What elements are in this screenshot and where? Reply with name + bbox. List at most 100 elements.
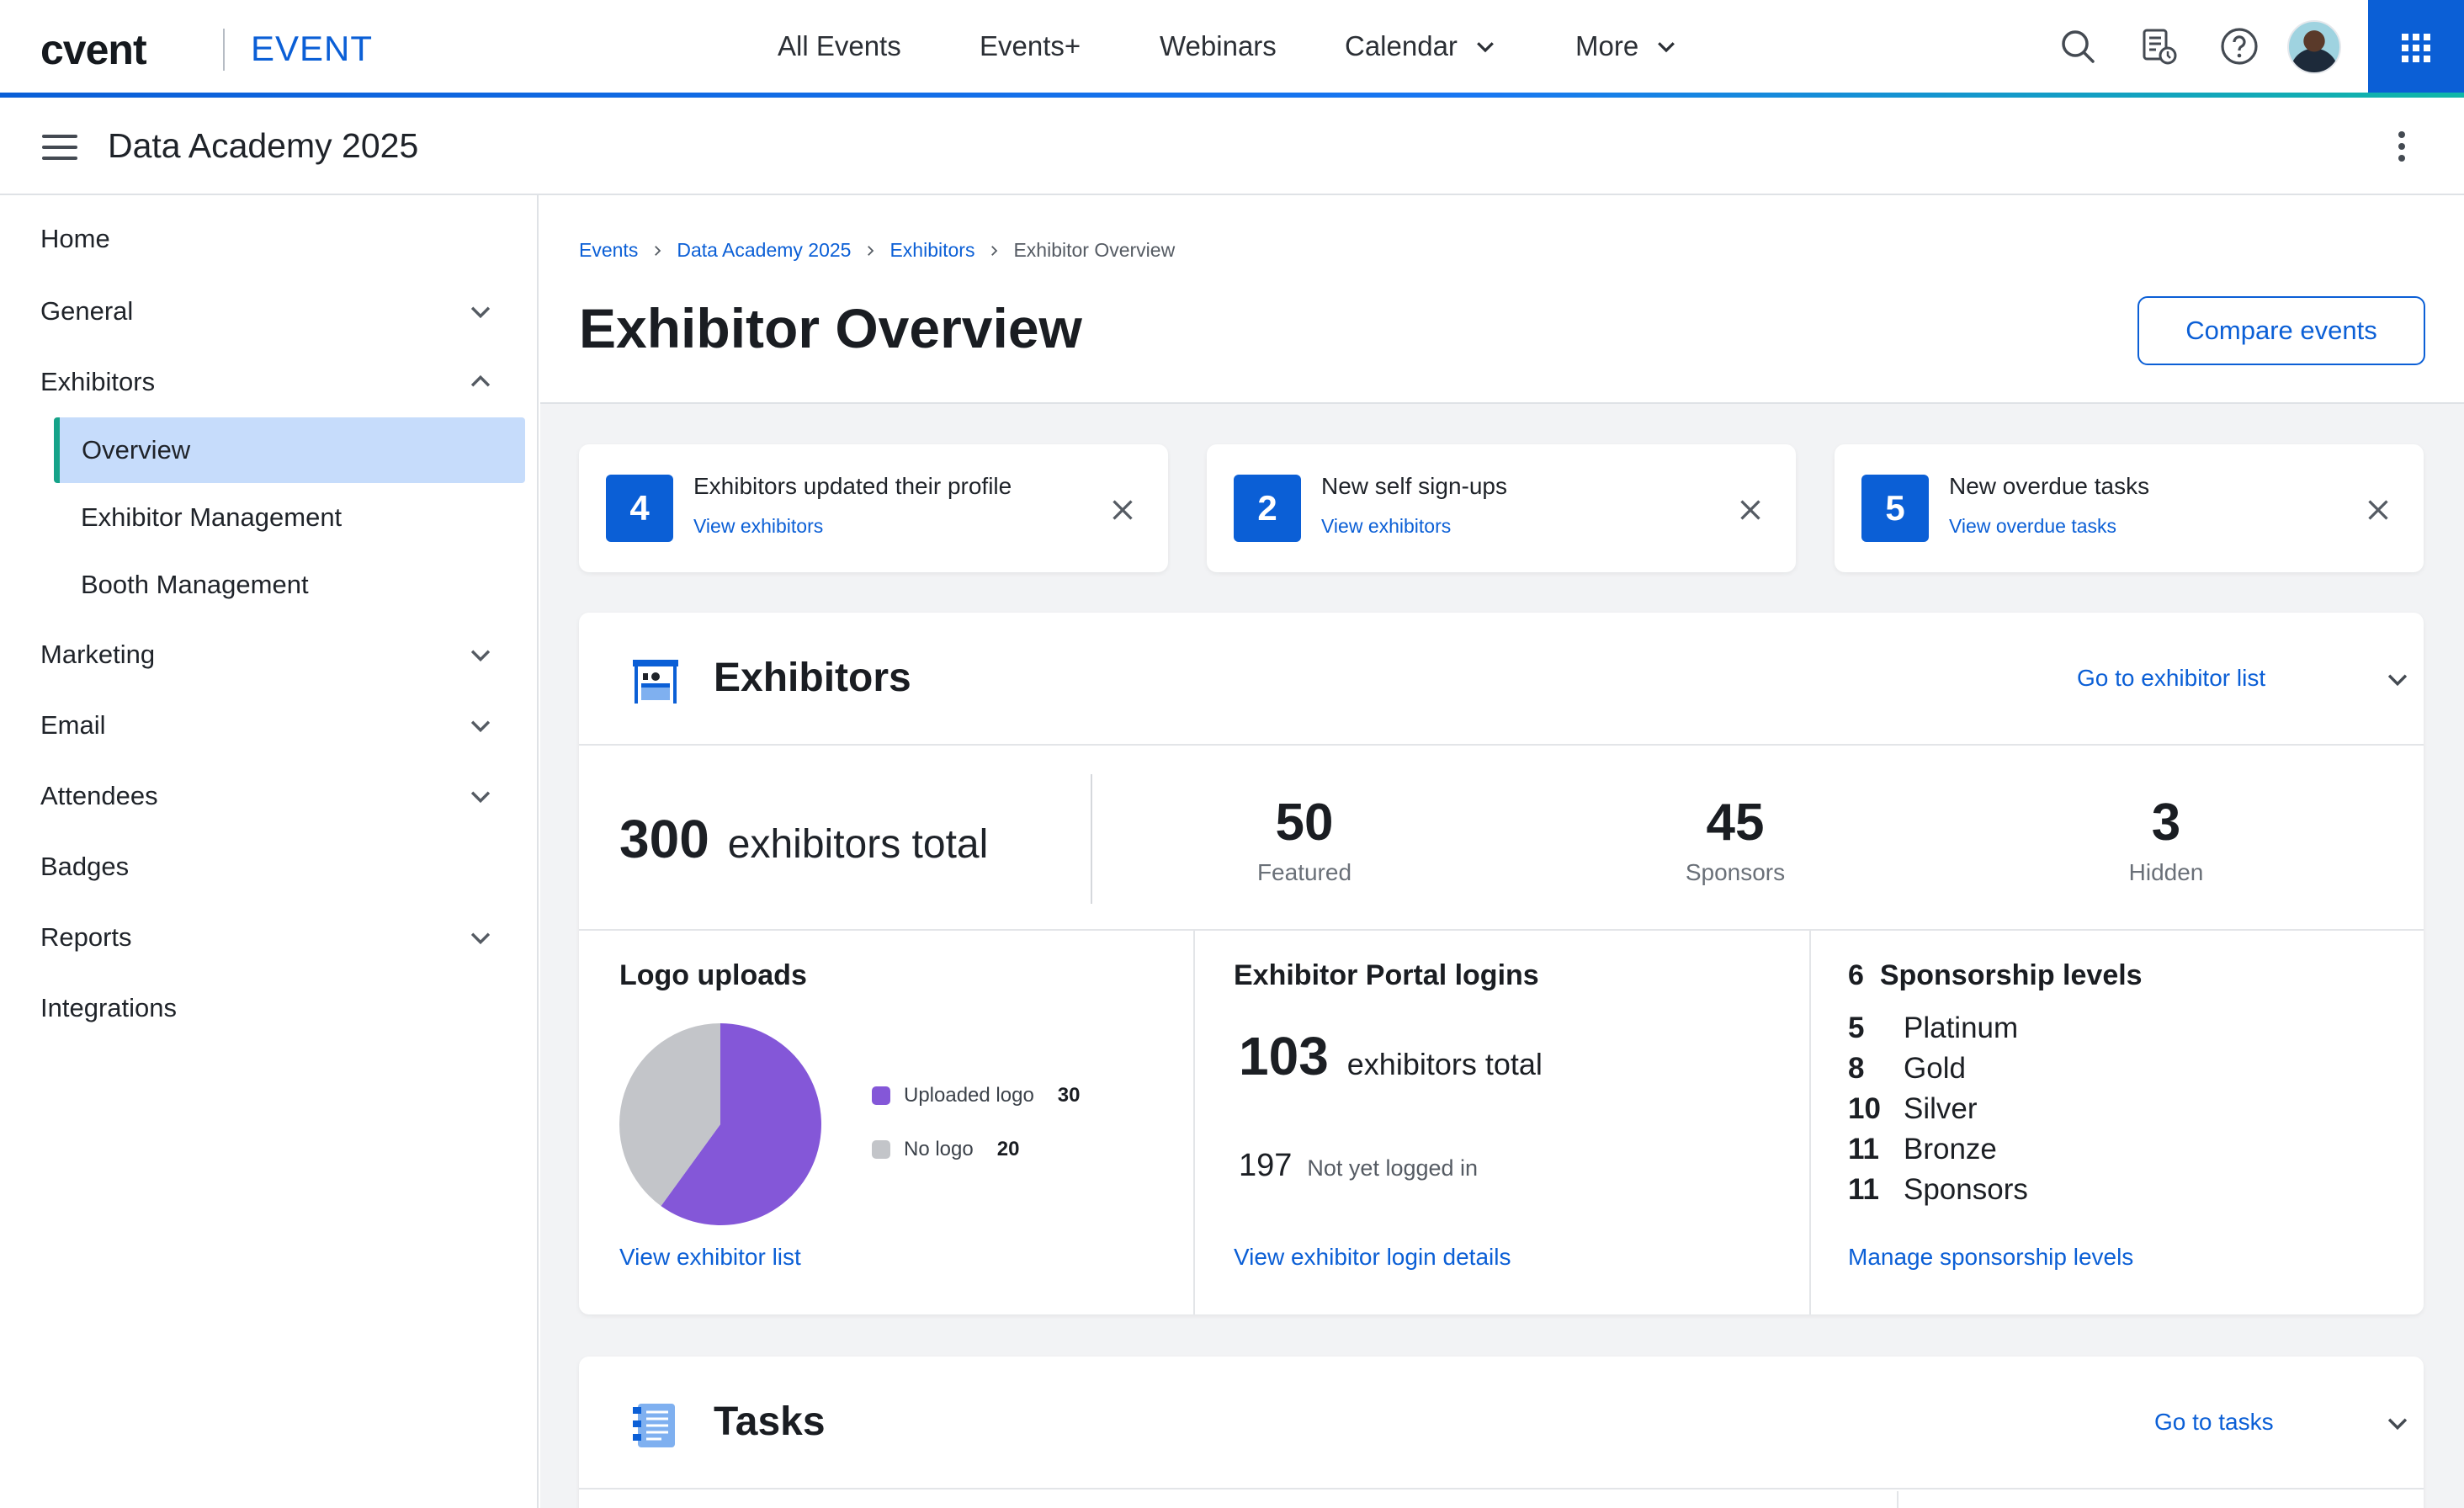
event-header: Data Academy 2025 (0, 98, 2464, 195)
go-to-tasks-link[interactable]: Go to tasks (2154, 1409, 2274, 1436)
sidebar-item-email[interactable]: Email (40, 700, 495, 751)
chevron-down-icon (1658, 42, 1675, 53)
go-to-exhibitor-list-link[interactable]: Go to exhibitor list (2077, 665, 2265, 692)
breadcrumb-current: Exhibitor Overview (1013, 239, 1176, 261)
breadcrumb-event[interactable]: Data Academy 2025 (677, 239, 851, 262)
grid-icon (2402, 34, 2430, 62)
help-icon[interactable] (2218, 25, 2260, 67)
notice-title: Exhibitors updated their profile (693, 473, 1012, 499)
legend-label: No logo (904, 1138, 974, 1160)
level-count: 11 (1848, 1173, 1879, 1206)
section-title: Tasks (714, 1399, 826, 1444)
notice-link[interactable]: View exhibitors (1321, 515, 1451, 538)
view-login-details-link[interactable]: View exhibitor login details (1234, 1244, 1511, 1271)
sidebar-item-general[interactable]: General (40, 286, 495, 337)
sidebar-item-exhibitor-management[interactable]: Exhibitor Management (54, 485, 525, 550)
nav-more[interactable]: More (1575, 30, 1679, 62)
nav-all-events[interactable]: All Events (778, 30, 901, 62)
list-item: 8 Gold (1848, 1049, 2028, 1089)
level-count: 8 (1848, 1052, 1865, 1085)
divider (1193, 931, 1195, 1314)
sidebar-item-label: General (40, 296, 134, 326)
level-name: Silver (1904, 1092, 1978, 1125)
sidebar-item-integrations[interactable]: Integrations (40, 983, 495, 1033)
sidebar-item-marketing[interactable]: Marketing (40, 629, 495, 680)
breadcrumb: Events Data Academy 2025 Exhibitors Exhi… (579, 239, 1175, 262)
notice-card: 5 New overdue tasks View overdue tasks (1835, 444, 2424, 572)
page-title: Exhibitor Overview (579, 297, 1082, 359)
exhibitors-total-label: exhibitors total (727, 822, 989, 867)
close-icon[interactable] (1735, 495, 1766, 525)
sidebar-item-label: Integrations (40, 993, 177, 1022)
level-count: 11 (1848, 1133, 1879, 1166)
legend-value: 20 (996, 1138, 1020, 1160)
level-name: Gold (1904, 1052, 1966, 1085)
manage-sponsorship-levels-link[interactable]: Manage sponsorship levels (1848, 1244, 2133, 1271)
exhibitors-card: Exhibitors Go to exhibitor list 300 exhi… (579, 613, 2424, 1314)
logo-uploads-title: Logo uploads (619, 959, 807, 991)
level-name: Platinum (1904, 1012, 2019, 1044)
nav-events-plus[interactable]: Events+ (980, 30, 1081, 62)
top-navigation-bar: cvent EVENT All Events Events+ Webinars … (0, 0, 2464, 98)
stat-label: Sponsors (1685, 859, 1786, 885)
chevron-down-icon (470, 932, 491, 945)
sidebar-item-label: Reports (40, 922, 132, 952)
chevron-right-icon (991, 245, 998, 256)
sidebar-item-attendees[interactable]: Attendees (40, 771, 495, 821)
chevron-down-icon[interactable] (2383, 665, 2412, 693)
close-icon[interactable] (2363, 495, 2393, 525)
breadcrumb-exhibitors[interactable]: Exhibitors (889, 239, 974, 262)
product-name: EVENT (251, 29, 374, 68)
nav-label: Calendar (1345, 30, 1458, 61)
cvent-logo[interactable]: cvent (40, 25, 147, 74)
sidebar-item-reports[interactable]: Reports (40, 912, 495, 963)
list-item: 11 Bronze (1848, 1129, 2028, 1170)
notice-title: New self sign-ups (1321, 473, 1507, 499)
tasks-section-header: Tasks Go to tasks (579, 1357, 2424, 1489)
nav-calendar[interactable]: Calendar (1345, 30, 1498, 62)
sponsorship-levels-label: Sponsorship levels (1879, 959, 2143, 991)
app-switcher-button[interactable] (2368, 0, 2464, 96)
page-header: Events Data Academy 2025 Exhibitors Exhi… (540, 195, 2464, 404)
nav-webinars[interactable]: Webinars (1160, 30, 1277, 62)
sidebar-item-badges[interactable]: Badges (40, 842, 495, 892)
notice-card: 4 Exhibitors updated their profile View … (579, 444, 1168, 572)
view-exhibitor-list-link[interactable]: View exhibitor list (619, 1244, 801, 1271)
breadcrumb-events[interactable]: Events (579, 239, 638, 262)
portal-logins-title: Exhibitor Portal logins (1234, 959, 1539, 991)
sponsorship-levels-title: 6 Sponsorship levels (1848, 959, 2143, 992)
chevron-down-icon (470, 650, 491, 662)
more-options-icon[interactable] (2397, 131, 2407, 165)
sidebar-item-overview[interactable]: Overview (54, 417, 525, 483)
compare-events-button[interactable]: Compare events (2137, 296, 2425, 365)
menu-icon[interactable] (42, 135, 77, 160)
divider (1809, 931, 1811, 1314)
logo-divider (223, 29, 225, 71)
booth-icon (633, 660, 678, 704)
user-avatar[interactable] (2287, 20, 2341, 74)
notice-link[interactable]: View exhibitors (693, 515, 823, 538)
sponsorship-levels-list: 5 Platinum 8 Gold 10 Silver 11 Bronze 11 Spon… (1848, 1008, 2028, 1210)
sidebar-item-exhibitors[interactable]: Exhibitors (40, 357, 495, 407)
event-log-icon[interactable] (2137, 25, 2180, 67)
stat-value: 3 (2151, 794, 2181, 852)
sidebar-item-label: Attendees (40, 781, 158, 810)
portal-logins-value: 103 (1239, 1026, 1329, 1086)
notice-card: 2 New self sign-ups View exhibitors (1207, 444, 1796, 572)
sidebar-item-label: Home (40, 224, 110, 253)
chevron-down-icon[interactable] (2383, 1409, 2412, 1437)
search-icon[interactable] (2057, 25, 2099, 67)
list-item: 11 Sponsors (1848, 1170, 2028, 1210)
level-count: 5 (1848, 1012, 1865, 1044)
nav-label: More (1575, 30, 1639, 61)
not-logged-in-label: Not yet logged in (1307, 1155, 1479, 1181)
sidebar-item-label: Email (40, 710, 106, 740)
nav-label: All Events (778, 30, 901, 61)
close-icon[interactable] (1107, 495, 1138, 525)
stat-sponsors: 45 Sponsors (1626, 793, 1845, 886)
level-count: 10 (1848, 1092, 1881, 1125)
notice-link[interactable]: View overdue tasks (1949, 515, 2116, 538)
sidebar-item-booth-management[interactable]: Booth Management (54, 552, 525, 618)
sidebar-item-home[interactable]: Home (40, 214, 495, 264)
chevron-down-icon (470, 791, 491, 804)
